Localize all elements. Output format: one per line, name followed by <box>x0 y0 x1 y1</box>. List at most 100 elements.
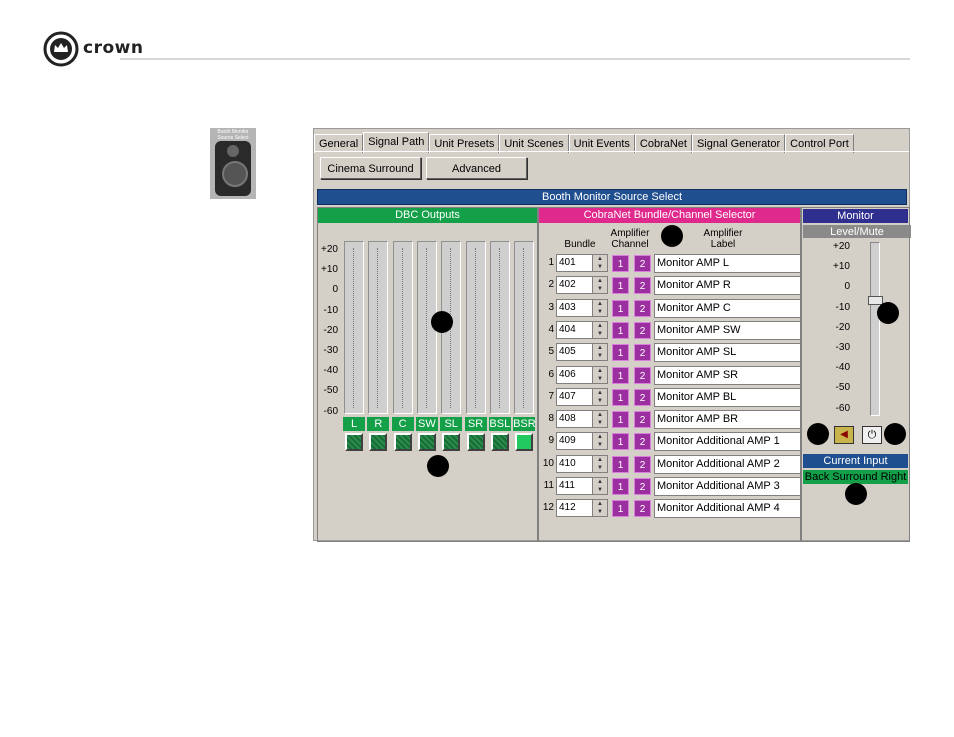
dbc-channel-label: C <box>391 417 414 431</box>
dbc-channel-select-button[interactable] <box>515 433 534 451</box>
dbc-channel-select-button[interactable] <box>393 433 412 451</box>
spinner-arrows-icon[interactable]: ▲ ▼ <box>592 255 607 271</box>
bundle-spinbox[interactable]: 404 ▲ ▼ <box>556 320 608 339</box>
amplifier-label-field[interactable]: Monitor AMP SW <box>654 320 801 340</box>
spinner-arrows-icon[interactable]: ▲ ▼ <box>592 299 607 316</box>
amp-channel-2-button[interactable]: 2 <box>634 388 651 406</box>
bundle-spinbox[interactable]: 409 ▲ ▼ <box>556 432 608 451</box>
amplifier-label-field[interactable]: Monitor Additional AMP 1 <box>654 432 801 452</box>
power-icon[interactable]: ⏻ <box>862 426 882 444</box>
amplifier-label-field[interactable]: Monitor AMP R <box>654 276 801 296</box>
spinner-arrows-icon[interactable]: ▲ ▼ <box>592 388 607 405</box>
callout-dot-current-input <box>845 483 867 505</box>
cobranet-header: CobraNet Bundle/Channel Selector <box>539 208 800 223</box>
amp-channel-1-button[interactable]: 1 <box>612 255 629 272</box>
dbc-channel-label: SR <box>464 417 487 431</box>
bundle-spinbox[interactable]: 405 ▲ ▼ <box>556 343 608 362</box>
amp-channel-2-button[interactable]: 2 <box>634 478 651 495</box>
amplifier-label-field[interactable]: Monitor AMP BL <box>654 387 801 407</box>
amp-channel-2-button[interactable]: 2 <box>634 411 651 429</box>
dbc-channel-select-button[interactable] <box>466 433 485 451</box>
amplifier-label-field[interactable]: Monitor AMP L <box>654 254 801 273</box>
spinner-arrows-icon[interactable]: ▲ ▼ <box>592 321 607 338</box>
amplifier-label-column-header: Amplifier Label <box>703 228 743 250</box>
spinner-arrows-icon[interactable]: ▲ ▼ <box>592 277 607 294</box>
cobranet-row: 1 401 ▲ ▼ 1 2 Monitor AMP L <box>542 253 804 273</box>
amp-channel-1-button[interactable]: 1 <box>612 366 629 384</box>
amplifier-label-field[interactable]: Monitor AMP SL <box>654 343 801 363</box>
bundle-value: 407 <box>559 390 576 402</box>
dbc-channel-label: R <box>367 417 390 431</box>
dbc-channel-select-button[interactable] <box>417 433 436 451</box>
amplifier-label-field[interactable]: Monitor AMP BR <box>654 410 801 430</box>
spinner-arrows-icon[interactable]: ▲ ▼ <box>592 344 607 361</box>
spinner-arrows-icon[interactable]: ▲ ▼ <box>592 433 607 450</box>
bundle-value: 408 <box>559 413 576 425</box>
amp-channel-1-button[interactable]: 1 <box>612 455 629 473</box>
monitor-level-slider[interactable] <box>868 242 883 416</box>
amp-channel-1-button[interactable]: 1 <box>612 411 629 429</box>
dbc-channel-select-button[interactable] <box>369 433 388 451</box>
bundle-value: 402 <box>559 279 576 291</box>
amp-channel-2-button[interactable]: 2 <box>634 433 651 451</box>
cobranet-row: 4 404 ▲ ▼ 1 2 Monitor AMP SW <box>542 320 804 340</box>
tab-bar: General Signal Path Unit Presets Unit Sc… <box>314 132 854 153</box>
amplifier-label-field[interactable]: Monitor Additional AMP 3 <box>654 477 801 496</box>
bundle-spinbox[interactable]: 401 ▲ ▼ <box>556 254 608 272</box>
dbc-channel-label: L <box>343 417 365 431</box>
advanced-button[interactable]: Advanced <box>426 157 527 179</box>
amp-channel-2-button[interactable]: 2 <box>634 500 651 518</box>
bundle-value: 411 <box>559 480 575 491</box>
dbc-scale-tick: -20 <box>323 324 338 336</box>
amp-channel-1-button[interactable]: 1 <box>612 277 629 295</box>
tab-signal-path[interactable]: Signal Path <box>363 132 430 153</box>
spinner-arrows-icon[interactable]: ▲ ▼ <box>592 478 607 494</box>
bundle-spinbox[interactable]: 403 ▲ ▼ <box>556 298 608 317</box>
amp-channel-1-button[interactable]: 1 <box>612 500 629 518</box>
bundle-spinbox[interactable]: 402 ▲ ▼ <box>556 276 608 295</box>
bundle-spinbox[interactable]: 412 ▲ ▼ <box>556 499 608 518</box>
cobranet-row: 11 411 ▲ ▼ 1 2 Monitor Additional AMP 3 <box>542 476 804 496</box>
bundle-spinbox[interactable]: 410 ▲ ▼ <box>556 454 608 473</box>
amp-channel-1-button[interactable]: 1 <box>612 433 629 451</box>
callout-dot-power <box>884 423 906 445</box>
dbc-scale-tick: -40 <box>323 365 338 377</box>
amp-channel-1-button[interactable]: 1 <box>612 388 629 406</box>
bundle-spinbox[interactable]: 408 ▲ ▼ <box>556 410 608 429</box>
amp-channel-1-button[interactable]: 1 <box>612 478 629 495</box>
amp-channel-1-button[interactable]: 1 <box>612 344 629 362</box>
dbc-channel-label: BSL <box>488 417 511 431</box>
cinema-surround-button[interactable]: Cinema Surround <box>320 157 421 179</box>
amp-channel-2-button[interactable]: 2 <box>634 299 651 317</box>
amp-channel-1-button[interactable]: 1 <box>612 299 629 317</box>
amplifier-label-field[interactable]: Monitor AMP SR <box>654 365 801 385</box>
amp-channel-2-button[interactable]: 2 <box>634 455 651 473</box>
bundle-value: 401 <box>559 257 576 268</box>
speaker-icon <box>215 141 251 196</box>
spinner-arrows-icon[interactable]: ▲ ▼ <box>592 455 607 472</box>
amp-channel-2-button[interactable]: 2 <box>634 344 651 362</box>
amp-channel-2-button[interactable]: 2 <box>634 321 651 339</box>
spinner-arrows-icon[interactable]: ▲ ▼ <box>592 500 607 517</box>
amp-channel-2-button[interactable]: 2 <box>634 277 651 295</box>
bundle-spinbox[interactable]: 411 ▲ ▼ <box>556 477 608 495</box>
cobranet-row: 5 405 ▲ ▼ 1 2 Monitor AMP SL <box>542 342 804 363</box>
amplifier-label-field[interactable]: Monitor AMP C <box>654 298 801 318</box>
mute-speaker-icon[interactable]: ◀ <box>834 426 854 444</box>
monitor-scale-tick: -50 <box>835 382 850 394</box>
amp-channel-2-button[interactable]: 2 <box>634 366 651 384</box>
amp-channel-1-button[interactable]: 1 <box>612 321 629 339</box>
dbc-channel-select-button[interactable] <box>442 433 461 451</box>
dbc-channel-select-button[interactable] <box>345 433 363 451</box>
bundle-spinbox[interactable]: 407 ▲ ▼ <box>556 387 608 406</box>
monitor-scale-tick: -30 <box>835 342 850 353</box>
spinner-arrows-icon[interactable]: ▲ ▼ <box>592 411 607 428</box>
amplifier-label-field[interactable]: Monitor Additional AMP 4 <box>654 499 801 519</box>
amplifier-label-field[interactable]: Monitor Additional AMP 2 <box>654 454 801 474</box>
spinner-arrows-icon[interactable]: ▲ ▼ <box>592 366 607 383</box>
row-number: 4 <box>548 323 554 335</box>
bundle-spinbox[interactable]: 406 ▲ ▼ <box>556 365 608 384</box>
amp-channel-2-button[interactable]: 2 <box>634 255 651 272</box>
dbc-channel-select-button[interactable] <box>490 433 509 451</box>
row-number: 12 <box>542 502 554 514</box>
